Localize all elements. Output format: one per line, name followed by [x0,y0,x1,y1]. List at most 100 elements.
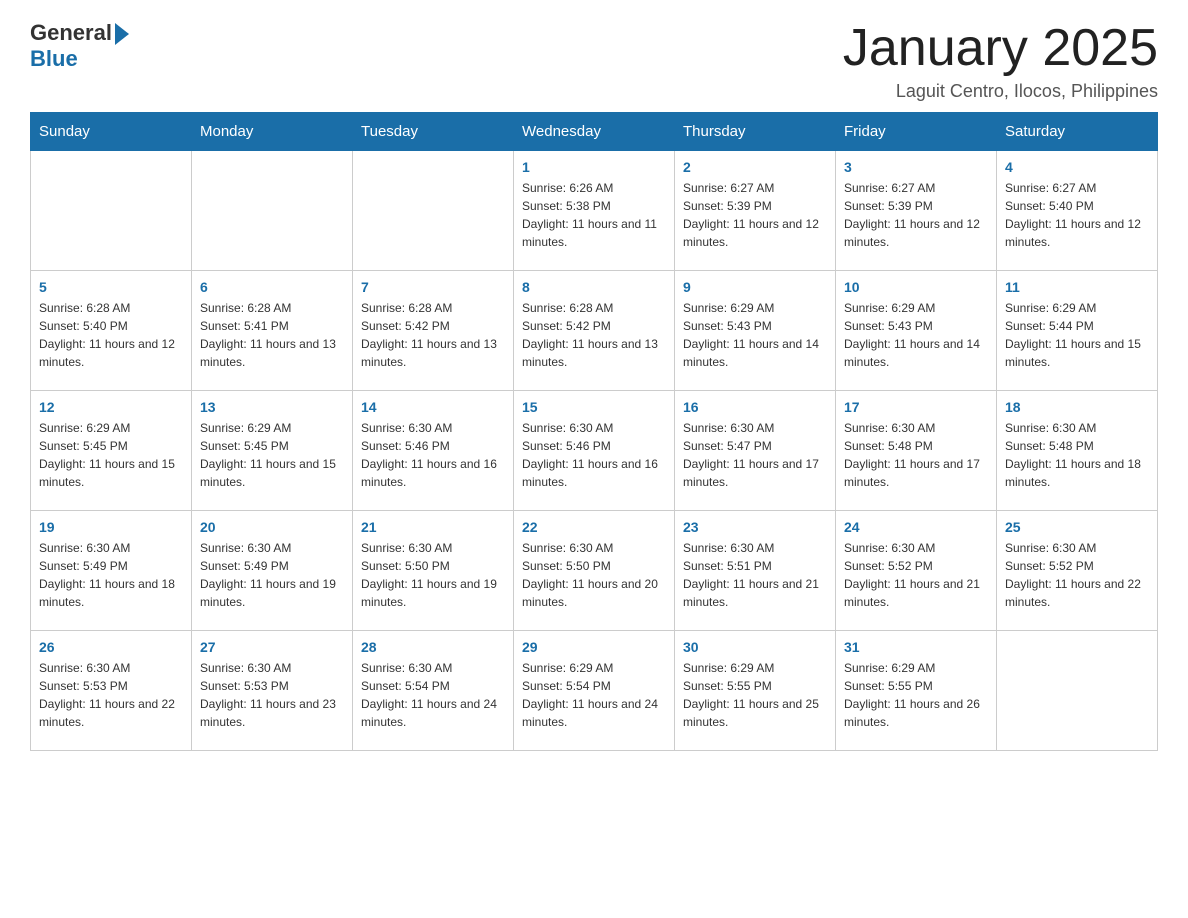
weekday-header-thursday: Thursday [675,113,836,151]
day-info: Sunrise: 6:29 AM Sunset: 5:43 PM Dayligh… [844,299,988,371]
day-number: 13 [200,399,344,415]
calendar-week-row: 12 Sunrise: 6:29 AM Sunset: 5:45 PM Dayli… [31,391,1158,511]
day-number: 29 [522,639,666,655]
day-number: 27 [200,639,344,655]
calendar-day-12: 12 Sunrise: 6:29 AM Sunset: 5:45 PM Dayli… [31,391,192,511]
calendar-day-18: 18 Sunrise: 6:30 AM Sunset: 5:48 PM Dayli… [997,391,1158,511]
day-info: Sunrise: 6:30 AM Sunset: 5:46 PM Dayligh… [361,419,505,491]
day-number: 16 [683,399,827,415]
day-number: 12 [39,399,183,415]
day-info: Sunrise: 6:27 AM Sunset: 5:40 PM Dayligh… [1005,179,1149,251]
day-info: Sunrise: 6:30 AM Sunset: 5:54 PM Dayligh… [361,659,505,731]
day-number: 14 [361,399,505,415]
month-title: January 2025 [843,20,1158,77]
calendar-day-23: 23Sunrise: 6:30 AM Sunset: 5:51 PM Dayli… [675,511,836,631]
calendar-body: 1Sunrise: 6:26 AM Sunset: 5:38 PM Daylig… [31,151,1158,751]
weekday-header-row: SundayMondayTuesdayWednesdayThursdayFrid… [31,113,1158,151]
calendar-empty-cell [192,151,353,271]
day-number: 24 [844,519,988,535]
weekday-header-friday: Friday [836,113,997,151]
calendar-day-3: 3 Sunrise: 6:27 AM Sunset: 5:39 PM Daylig… [836,151,997,271]
calendar-day-9: 9 Sunrise: 6:29 AM Sunset: 5:43 PM Daylig… [675,271,836,391]
calendar-day-25: 25 Sunrise: 6:30 AM Sunset: 5:52 PM Dayli… [997,511,1158,631]
day-info: Sunrise: 6:27 AM Sunset: 5:39 PM Dayligh… [844,179,988,251]
day-number: 8 [522,279,666,295]
day-number: 11 [1005,279,1149,295]
calendar-empty-cell [353,151,514,271]
day-number: 17 [844,399,988,415]
day-number: 31 [844,639,988,655]
day-number: 26 [39,639,183,655]
calendar-day-11: 11 Sunrise: 6:29 AM Sunset: 5:44 PM Dayli… [997,271,1158,391]
calendar-week-row: 1Sunrise: 6:26 AM Sunset: 5:38 PM Daylig… [31,151,1158,271]
weekday-header-tuesday: Tuesday [353,113,514,151]
day-number: 30 [683,639,827,655]
location-subtitle: Laguit Centro, Ilocos, Philippines [843,81,1158,102]
calendar-table: SundayMondayTuesdayWednesdayThursdayFrid… [30,112,1158,751]
calendar-day-27: 27 Sunrise: 6:30 AM Sunset: 5:53 PM Dayli… [192,631,353,751]
calendar-day-22: 22Sunrise: 6:30 AM Sunset: 5:50 PM Dayli… [514,511,675,631]
calendar-day-31: 31Sunrise: 6:29 AM Sunset: 5:55 PM Dayli… [836,631,997,751]
weekday-header-saturday: Saturday [997,113,1158,151]
calendar-day-17: 17 Sunrise: 6:30 AM Sunset: 5:48 PM Dayli… [836,391,997,511]
day-info: Sunrise: 6:30 AM Sunset: 5:49 PM Dayligh… [39,539,183,611]
day-info: Sunrise: 6:30 AM Sunset: 5:49 PM Dayligh… [200,539,344,611]
calendar-week-row: 26 Sunrise: 6:30 AM Sunset: 5:53 PM Dayli… [31,631,1158,751]
day-number: 18 [1005,399,1149,415]
day-info: Sunrise: 6:30 AM Sunset: 5:52 PM Dayligh… [1005,539,1149,611]
day-info: Sunrise: 6:29 AM Sunset: 5:44 PM Dayligh… [1005,299,1149,371]
day-number: 6 [200,279,344,295]
day-number: 28 [361,639,505,655]
calendar-day-8: 8 Sunrise: 6:28 AM Sunset: 5:42 PM Daylig… [514,271,675,391]
weekday-header-sunday: Sunday [31,113,192,151]
day-number: 9 [683,279,827,295]
day-number: 23 [683,519,827,535]
calendar-day-4: 4Sunrise: 6:27 AM Sunset: 5:40 PM Daylig… [997,151,1158,271]
logo-blue-text: Blue [30,46,78,72]
day-number: 5 [39,279,183,295]
day-number: 3 [844,159,988,175]
day-info: Sunrise: 6:28 AM Sunset: 5:41 PM Dayligh… [200,299,344,371]
calendar-week-row: 5Sunrise: 6:28 AM Sunset: 5:40 PM Daylig… [31,271,1158,391]
day-info: Sunrise: 6:29 AM Sunset: 5:45 PM Dayligh… [39,419,183,491]
day-info: Sunrise: 6:29 AM Sunset: 5:43 PM Dayligh… [683,299,827,371]
day-number: 19 [39,519,183,535]
calendar-day-7: 7 Sunrise: 6:28 AM Sunset: 5:42 PM Daylig… [353,271,514,391]
calendar-day-24: 24 Sunrise: 6:30 AM Sunset: 5:52 PM Dayli… [836,511,997,631]
calendar-day-26: 26 Sunrise: 6:30 AM Sunset: 5:53 PM Dayli… [31,631,192,751]
day-info: Sunrise: 6:30 AM Sunset: 5:48 PM Dayligh… [1005,419,1149,491]
calendar-week-row: 19 Sunrise: 6:30 AM Sunset: 5:49 PM Dayli… [31,511,1158,631]
logo-general-text: General [30,20,112,46]
calendar-day-30: 30 Sunrise: 6:29 AM Sunset: 5:55 PM Dayli… [675,631,836,751]
day-info: Sunrise: 6:30 AM Sunset: 5:53 PM Dayligh… [200,659,344,731]
day-info: Sunrise: 6:29 AM Sunset: 5:54 PM Dayligh… [522,659,666,731]
page-header: General Blue January 2025 Laguit Centro,… [30,20,1158,102]
day-info: Sunrise: 6:29 AM Sunset: 5:55 PM Dayligh… [683,659,827,731]
calendar-day-2: 2Sunrise: 6:27 AM Sunset: 5:39 PM Daylig… [675,151,836,271]
calendar-header: SundayMondayTuesdayWednesdayThursdayFrid… [31,113,1158,151]
day-info: Sunrise: 6:28 AM Sunset: 5:42 PM Dayligh… [361,299,505,371]
calendar-day-16: 16 Sunrise: 6:30 AM Sunset: 5:47 PM Dayli… [675,391,836,511]
day-info: Sunrise: 6:30 AM Sunset: 5:50 PM Dayligh… [361,539,505,611]
day-number: 15 [522,399,666,415]
calendar-day-1: 1Sunrise: 6:26 AM Sunset: 5:38 PM Daylig… [514,151,675,271]
calendar-empty-cell [997,631,1158,751]
logo: General Blue [30,20,129,72]
day-info: Sunrise: 6:30 AM Sunset: 5:53 PM Dayligh… [39,659,183,731]
day-number: 7 [361,279,505,295]
calendar-day-10: 10Sunrise: 6:29 AM Sunset: 5:43 PM Dayli… [836,271,997,391]
calendar-day-5: 5Sunrise: 6:28 AM Sunset: 5:40 PM Daylig… [31,271,192,391]
day-info: Sunrise: 6:28 AM Sunset: 5:42 PM Dayligh… [522,299,666,371]
calendar-day-15: 15Sunrise: 6:30 AM Sunset: 5:46 PM Dayli… [514,391,675,511]
day-info: Sunrise: 6:30 AM Sunset: 5:47 PM Dayligh… [683,419,827,491]
day-number: 21 [361,519,505,535]
day-info: Sunrise: 6:29 AM Sunset: 5:45 PM Dayligh… [200,419,344,491]
calendar-day-19: 19 Sunrise: 6:30 AM Sunset: 5:49 PM Dayli… [31,511,192,631]
day-info: Sunrise: 6:30 AM Sunset: 5:48 PM Dayligh… [844,419,988,491]
day-info: Sunrise: 6:30 AM Sunset: 5:52 PM Dayligh… [844,539,988,611]
calendar-day-13: 13 Sunrise: 6:29 AM Sunset: 5:45 PM Dayli… [192,391,353,511]
day-info: Sunrise: 6:27 AM Sunset: 5:39 PM Dayligh… [683,179,827,251]
day-number: 1 [522,159,666,175]
day-number: 25 [1005,519,1149,535]
weekday-header-monday: Monday [192,113,353,151]
